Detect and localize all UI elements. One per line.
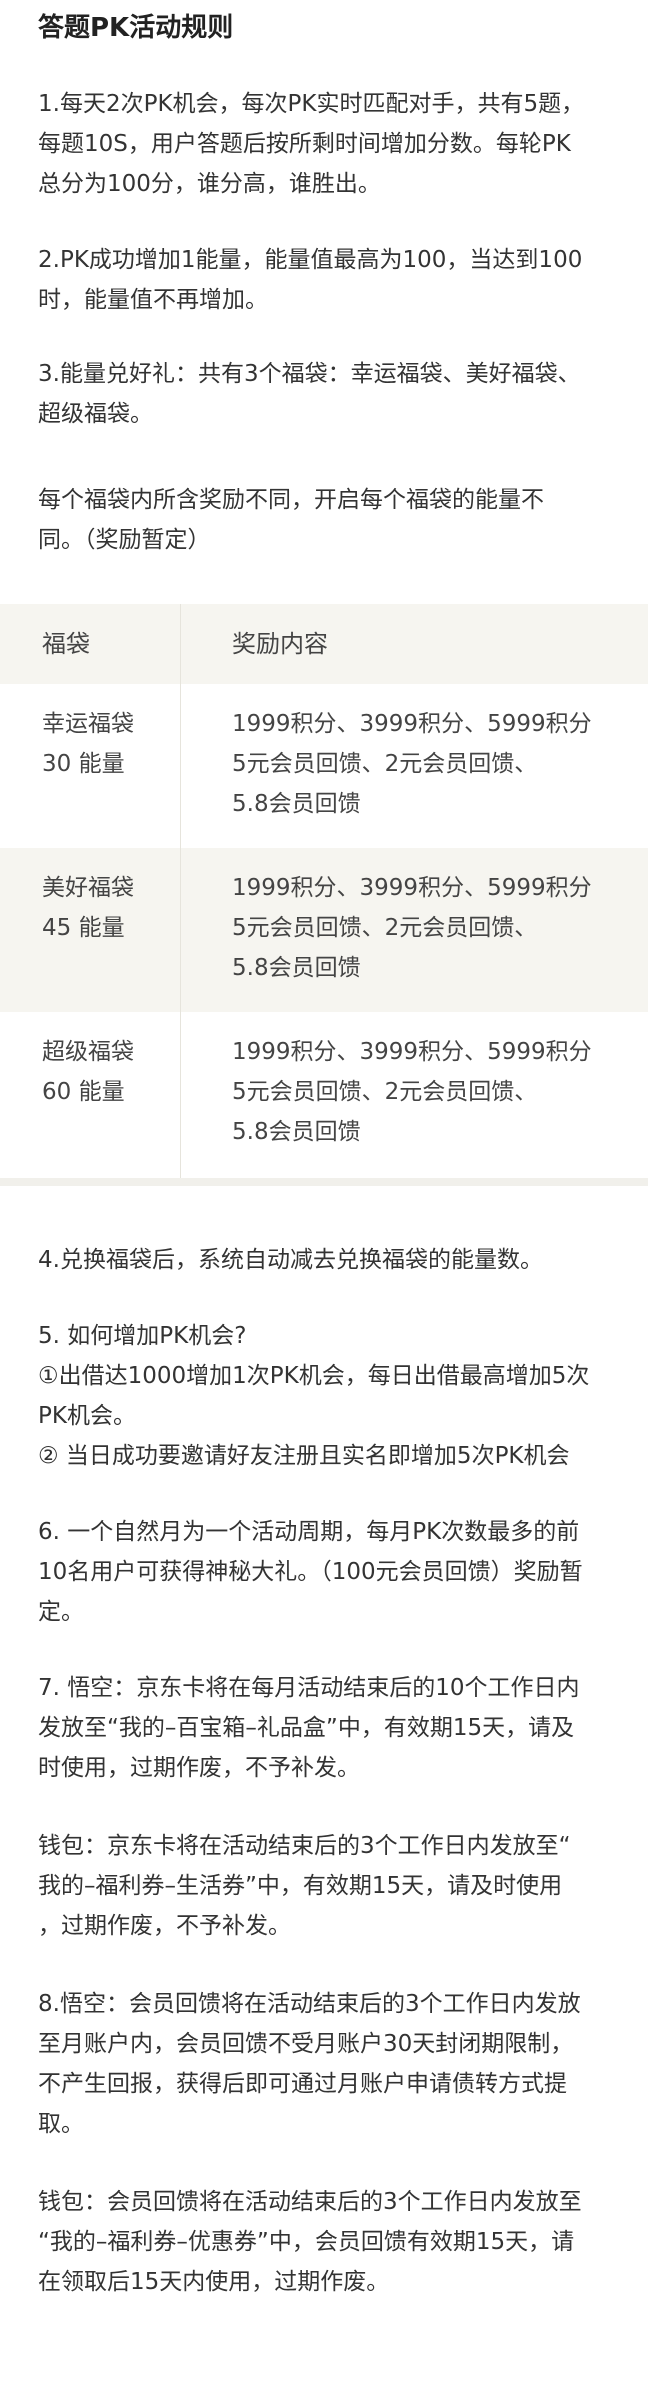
- rule-5-line: PK机会。: [38, 1403, 136, 1429]
- header-bag: 福袋: [42, 630, 90, 658]
- rule-4-line: 4.兑换福袋后，系统自动减去兑换福袋的能量数。: [38, 1247, 543, 1273]
- reward-line: 5.8会员回馈: [232, 791, 361, 817]
- reward-line: 5.8会员回馈: [232, 955, 361, 981]
- rule-1-line: 1.每天2次PK机会，每次PK实时匹配对手，共有5题，: [38, 91, 585, 117]
- rule-5: 5. 如何增加PK机会? ①出借达1000增加1次PK机会，每日出借最高增加5次…: [38, 1316, 612, 1476]
- rule-8-wallet: 钱包：会员回馈将在活动结束后的3个工作日内发放至 “我的–福利券–优惠券”中，会…: [38, 2182, 612, 2302]
- table-row: 超级福袋 60 能量 1999积分、3999积分、5999积分 5元会员回馈、2…: [0, 1012, 648, 1178]
- rule-6-line: 10名用户可获得神秘大礼。（100元会员回馈）奖励暂: [38, 1559, 583, 1585]
- reward-line: 5.8会员回馈: [232, 1119, 361, 1145]
- bag-energy: 30 能量: [42, 751, 125, 777]
- column-divider: [180, 604, 181, 1178]
- table-header-row: 福袋 奖励内容: [0, 604, 648, 684]
- rule-7-line: 发放至“我的–百宝箱–礼品盒”中，有效期15天，请及: [38, 1715, 575, 1741]
- table-row: 美好福袋 45 能量 1999积分、3999积分、5999积分 5元会员回馈、2…: [0, 848, 648, 1012]
- rule-8-line: 8.悟空：会员回馈将在活动结束后的3个工作日内发放: [38, 1991, 581, 2017]
- rule-1-line: 每题10S，用户答题后按所剩时间增加分数。每轮PK: [38, 131, 571, 157]
- rule-3: 3.能量兑好礼：共有3个福袋：幸运福袋、美好福袋、 超级福袋。: [38, 354, 612, 434]
- rule-2-line: 时，能量值不再增加。: [38, 287, 268, 313]
- rule-1: 1.每天2次PK机会，每次PK实时匹配对手，共有5题， 每题10S，用户答题后按…: [38, 84, 612, 204]
- reward-note: 每个福袋内所含奖励不同，开启每个福袋的能量不 同。（奖励暂定）: [38, 480, 612, 560]
- rule-6-line: 定。: [38, 1599, 84, 1625]
- table-row: 幸运福袋 30 能量 1999积分、3999积分、5999积分 5元会员回馈、2…: [0, 684, 648, 848]
- rule-2-line: 2.PK成功增加1能量，能量值最高为100，当达到100: [38, 247, 583, 273]
- rule-6: 6. 一个自然月为一个活动周期，每月PK次数最多的前 10名用户可获得神秘大礼。…: [38, 1512, 612, 1632]
- rule-8-line: 至月账户内，会员回馈不受月账户30天封闭期限制，: [38, 2031, 574, 2057]
- rule-7-line: 时使用，过期作废，不予补发。: [38, 1755, 360, 1781]
- rule-7-wallet: 钱包：京东卡将在活动结束后的3个工作日内发放至“ 我的–福利券–生活券”中，有效…: [38, 1826, 612, 1946]
- reward-note-line: 同。（奖励暂定）: [38, 527, 211, 553]
- rule-7-wallet-line: 我的–福利券–生活券”中，有效期15天，请及时使用: [38, 1873, 563, 1899]
- rule-2: 2.PK成功增加1能量，能量值最高为100，当达到100 时，能量值不再增加。: [38, 240, 612, 320]
- rule-5-line: ①出借达1000增加1次PK机会，每日出借最高增加5次: [38, 1363, 590, 1389]
- header-rewards: 奖励内容: [232, 630, 328, 658]
- rule-1-line: 总分为100分，谁分高，谁胜出。: [38, 171, 381, 197]
- reward-table: 福袋 奖励内容 幸运福袋 30 能量 1999积分、3999积分、5999积分 …: [0, 604, 648, 1186]
- rules-page: 答题PK活动规则 1.每天2次PK机会，每次PK实时匹配对手，共有5题， 每题1…: [0, 0, 648, 2382]
- page-title: 答题PK活动规则: [38, 13, 234, 43]
- rule-8-wallet-line: 在领取后15天内使用，过期作废。: [38, 2269, 390, 2295]
- rule-8-wallet-line: 钱包：会员回馈将在活动结束后的3个工作日内发放至: [38, 2189, 582, 2215]
- rule-7-wallet-line: ，过期作废，不予补发。: [38, 1913, 291, 1939]
- reward-line: 5元会员回馈、2元会员回馈、: [232, 915, 538, 941]
- reward-line: 1999积分、3999积分、5999积分: [232, 711, 592, 737]
- rule-3-line: 3.能量兑好礼：共有3个福袋：幸运福袋、美好福袋、: [38, 361, 581, 387]
- rule-7-wallet-line: 钱包：京东卡将在活动结束后的3个工作日内发放至“: [38, 1833, 571, 1859]
- bag-name: 幸运福袋: [42, 711, 134, 737]
- reward-note-line: 每个福袋内所含奖励不同，开启每个福袋的能量不: [38, 487, 544, 513]
- reward-line: 5元会员回馈、2元会员回馈、: [232, 1079, 538, 1105]
- bag-name: 超级福袋: [42, 1039, 134, 1065]
- rule-8-line: 取。: [38, 2111, 84, 2137]
- rule-3-line: 超级福袋。: [38, 401, 153, 427]
- reward-line: 1999积分、3999积分、5999积分: [232, 875, 592, 901]
- rule-5-line: 5. 如何增加PK机会?: [38, 1323, 247, 1349]
- rule-7: 7. 悟空：京东卡将在每月活动结束后的10个工作日内 发放至“我的–百宝箱–礼品…: [38, 1668, 612, 1788]
- rule-6-line: 6. 一个自然月为一个活动周期，每月PK次数最多的前: [38, 1519, 580, 1545]
- bag-energy: 45 能量: [42, 915, 125, 941]
- rule-5-line: ② 当日成功要邀请好友注册且实名即增加5次PK机会: [38, 1443, 570, 1469]
- bag-energy: 60 能量: [42, 1079, 125, 1105]
- rule-8: 8.悟空：会员回馈将在活动结束后的3个工作日内发放 至月账户内，会员回馈不受月账…: [38, 1984, 612, 2144]
- reward-line: 5元会员回馈、2元会员回馈、: [232, 751, 538, 777]
- reward-line: 1999积分、3999积分、5999积分: [232, 1039, 592, 1065]
- rule-8-line: 不产生回报，获得后即可通过月账户申请债转方式提: [38, 2071, 567, 2097]
- rule-4: 4.兑换福袋后，系统自动减去兑换福袋的能量数。: [38, 1240, 612, 1280]
- rule-8-wallet-line: “我的–福利券–优惠券”中，会员回馈有效期15天，请: [38, 2229, 575, 2255]
- rule-7-line: 7. 悟空：京东卡将在每月活动结束后的10个工作日内: [38, 1675, 580, 1701]
- bag-name: 美好福袋: [42, 875, 134, 901]
